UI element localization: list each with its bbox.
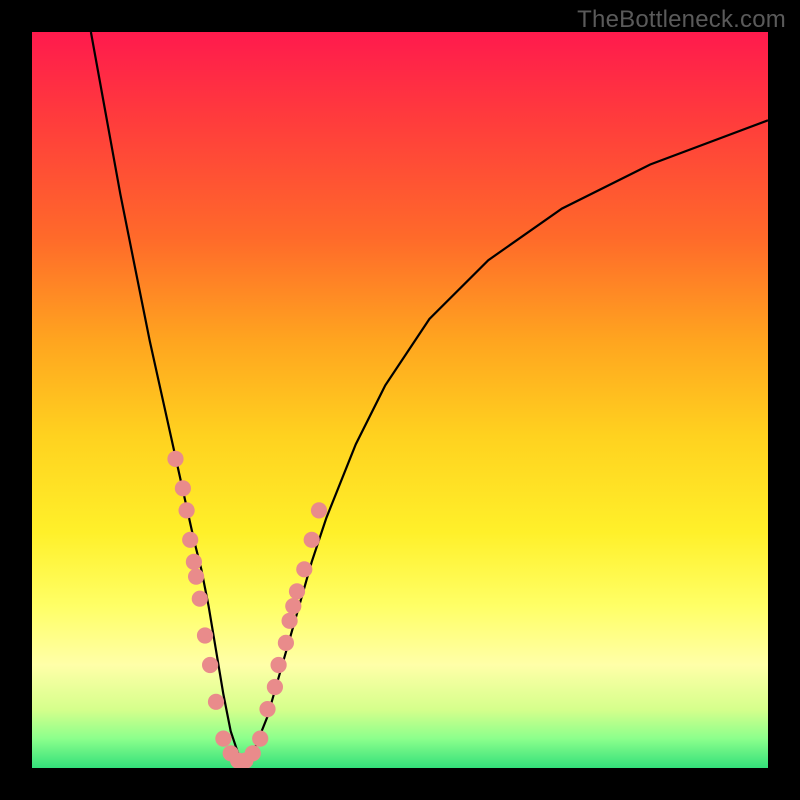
- sample-point: [304, 532, 320, 548]
- sample-point: [267, 679, 283, 695]
- sample-point: [179, 502, 195, 518]
- sample-point: [311, 502, 327, 518]
- sample-point: [259, 701, 275, 717]
- sample-point: [202, 657, 218, 673]
- sample-point: [215, 731, 231, 747]
- sample-point: [175, 480, 191, 496]
- sample-point: [252, 731, 268, 747]
- sample-point: [282, 613, 298, 629]
- sample-point: [285, 598, 301, 614]
- sample-points-group: [167, 451, 327, 768]
- sample-point: [188, 569, 204, 585]
- sample-point: [197, 627, 213, 643]
- sample-point: [208, 694, 224, 710]
- chart-frame: TheBottleneck.com: [0, 0, 800, 800]
- sample-point: [245, 745, 261, 761]
- chart-svg: [32, 32, 768, 768]
- sample-point: [192, 591, 208, 607]
- plot-area: [32, 32, 768, 768]
- bottleneck-curve: [91, 32, 768, 761]
- sample-point: [289, 583, 305, 599]
- sample-point: [182, 532, 198, 548]
- sample-point: [296, 561, 312, 577]
- sample-point: [167, 451, 183, 467]
- watermark-text: TheBottleneck.com: [577, 6, 786, 34]
- sample-point: [278, 635, 294, 651]
- sample-point: [186, 554, 202, 570]
- sample-point: [271, 657, 287, 673]
